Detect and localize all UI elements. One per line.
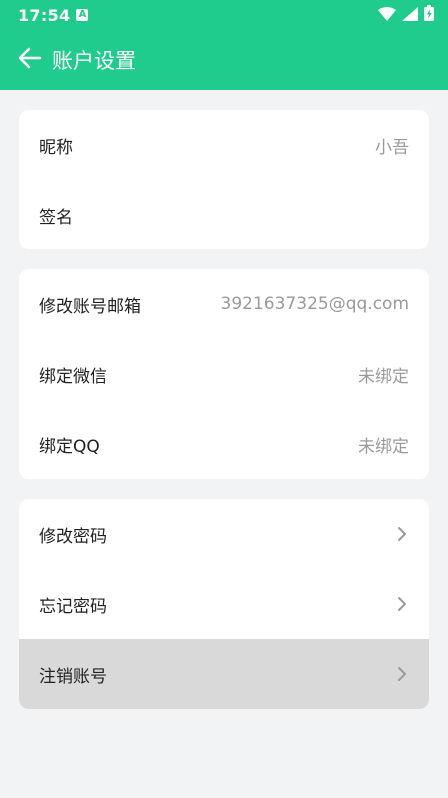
nickname-value: 小吾 [375, 137, 409, 158]
chevron-right-icon [395, 665, 409, 683]
status-bar: 17:54 A [0, 0, 448, 30]
email-label: 修改账号邮箱 [39, 296, 141, 317]
status-time: 17:54 [18, 5, 71, 25]
email-row[interactable]: 修改账号邮箱 3921637325@qq.com [19, 269, 429, 339]
back-button[interactable] [14, 44, 46, 76]
qq-value: 未绑定 [358, 436, 409, 457]
a-letter-icon: A [76, 9, 89, 21]
wechat-row[interactable]: 绑定微信 未绑定 [19, 339, 429, 409]
forgot-password-row[interactable]: 忘记密码 [19, 569, 429, 639]
security-section: 修改密码 忘记密码 注销账号 [19, 499, 429, 709]
chevron-right-icon [395, 595, 409, 613]
email-value: 3921637325@qq.com [220, 294, 409, 314]
signal-icon [402, 6, 418, 25]
change-password-label: 修改密码 [39, 526, 107, 547]
wifi-icon [378, 6, 396, 25]
delete-account-row[interactable]: 注销账号 [19, 639, 429, 709]
app-bar: 17:54 A 账户设置 [0, 0, 448, 90]
chevron-right-icon [395, 525, 409, 543]
signature-row[interactable]: 签名 [19, 180, 429, 249]
arrow-left-icon [18, 47, 42, 73]
battery-icon [424, 5, 434, 25]
qq-row[interactable]: 绑定QQ 未绑定 [19, 409, 429, 479]
nickname-row[interactable]: 昵称 小吾 [19, 110, 429, 180]
binding-section: 修改账号邮箱 3921637325@qq.com 绑定微信 未绑定 绑定QQ 未… [19, 269, 429, 479]
nickname-label: 昵称 [39, 137, 73, 158]
forgot-password-label: 忘记密码 [39, 596, 107, 617]
profile-section: 昵称 小吾 签名 [19, 110, 429, 249]
wechat-value: 未绑定 [358, 366, 409, 387]
delete-account-label: 注销账号 [39, 666, 107, 687]
wechat-label: 绑定微信 [39, 366, 107, 387]
qq-label: 绑定QQ [39, 436, 100, 457]
toolbar: 账户设置 [0, 30, 448, 90]
signature-label: 签名 [39, 207, 73, 228]
change-password-row[interactable]: 修改密码 [19, 499, 429, 569]
page-title: 账户设置 [52, 49, 136, 73]
